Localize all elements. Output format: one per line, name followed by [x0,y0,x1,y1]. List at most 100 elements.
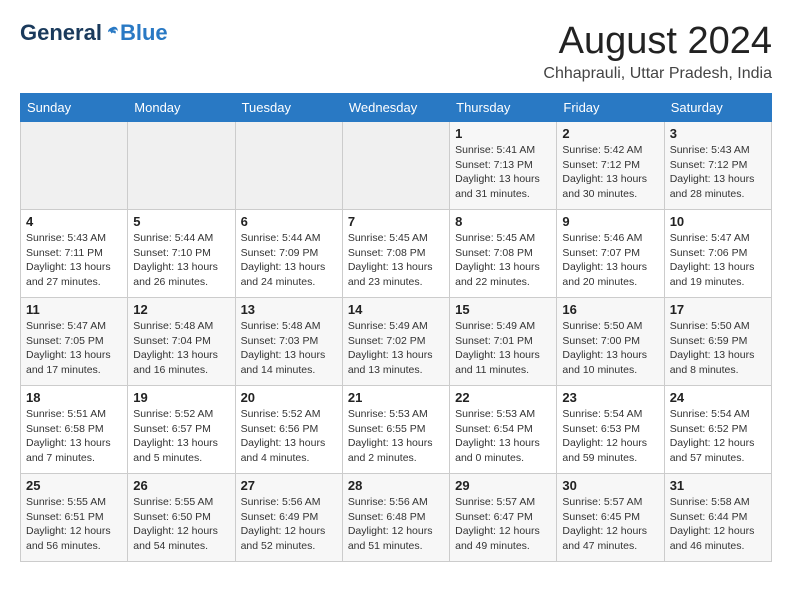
day-info: Sunrise: 5:47 AM Sunset: 7:05 PM Dayligh… [26,319,122,378]
header-day-saturday: Saturday [664,94,771,122]
day-number: 5 [133,214,229,229]
calendar-cell [128,122,235,210]
calendar-cell: 11 Sunrise: 5:47 AM Sunset: 7:05 PM Dayli… [21,298,128,386]
calendar-cell: 3 Sunrise: 5:43 AM Sunset: 7:12 PM Daylig… [664,122,771,210]
logo-bird-icon [104,25,120,41]
day-info: Sunrise: 5:42 AM Sunset: 7:12 PM Dayligh… [562,143,658,202]
day-info: Sunrise: 5:55 AM Sunset: 6:51 PM Dayligh… [26,495,122,554]
day-number: 23 [562,390,658,405]
day-info: Sunrise: 5:57 AM Sunset: 6:45 PM Dayligh… [562,495,658,554]
calendar-cell: 2 Sunrise: 5:42 AM Sunset: 7:12 PM Daylig… [557,122,664,210]
day-info: Sunrise: 5:44 AM Sunset: 7:09 PM Dayligh… [241,231,337,290]
day-number: 9 [562,214,658,229]
day-number: 11 [26,302,122,317]
calendar-cell: 28 Sunrise: 5:56 AM Sunset: 6:48 PM Dayli… [342,474,449,562]
day-number: 7 [348,214,444,229]
calendar-week-row: 25 Sunrise: 5:55 AM Sunset: 6:51 PM Dayli… [21,474,772,562]
calendar-cell: 7 Sunrise: 5:45 AM Sunset: 7:08 PM Daylig… [342,210,449,298]
day-info: Sunrise: 5:43 AM Sunset: 7:12 PM Dayligh… [670,143,766,202]
calendar-cell: 10 Sunrise: 5:47 AM Sunset: 7:06 PM Dayli… [664,210,771,298]
day-number: 8 [455,214,551,229]
day-info: Sunrise: 5:57 AM Sunset: 6:47 PM Dayligh… [455,495,551,554]
day-number: 31 [670,478,766,493]
logo: General Blue [20,20,168,46]
calendar-cell [342,122,449,210]
day-number: 12 [133,302,229,317]
day-info: Sunrise: 5:41 AM Sunset: 7:13 PM Dayligh… [455,143,551,202]
day-number: 27 [241,478,337,493]
calendar-cell: 4 Sunrise: 5:43 AM Sunset: 7:11 PM Daylig… [21,210,128,298]
calendar-header-row: SundayMondayTuesdayWednesdayThursdayFrid… [21,94,772,122]
day-number: 28 [348,478,444,493]
day-number: 18 [26,390,122,405]
day-number: 1 [455,126,551,141]
day-number: 26 [133,478,229,493]
day-number: 20 [241,390,337,405]
day-info: Sunrise: 5:54 AM Sunset: 6:53 PM Dayligh… [562,407,658,466]
calendar-cell: 30Sunrise: 5:57 AM Sunset: 6:45 PM Dayli… [557,474,664,562]
day-info: Sunrise: 5:44 AM Sunset: 7:10 PM Dayligh… [133,231,229,290]
header-day-monday: Monday [128,94,235,122]
day-number: 14 [348,302,444,317]
calendar-week-row: 1 Sunrise: 5:41 AM Sunset: 7:13 PM Daylig… [21,122,772,210]
day-number: 24 [670,390,766,405]
day-number: 29 [455,478,551,493]
day-info: Sunrise: 5:45 AM Sunset: 7:08 PM Dayligh… [348,231,444,290]
page-header: General Blue August 2024 Chhaprauli, Utt… [20,20,772,83]
day-number: 17 [670,302,766,317]
day-info: Sunrise: 5:56 AM Sunset: 6:48 PM Dayligh… [348,495,444,554]
calendar-cell: 26 Sunrise: 5:55 AM Sunset: 6:50 PM Dayli… [128,474,235,562]
day-number: 6 [241,214,337,229]
day-info: Sunrise: 5:50 AM Sunset: 6:59 PM Dayligh… [670,319,766,378]
day-number: 10 [670,214,766,229]
day-number: 3 [670,126,766,141]
day-info: Sunrise: 5:49 AM Sunset: 7:01 PM Dayligh… [455,319,551,378]
calendar-cell: 13 Sunrise: 5:48 AM Sunset: 7:03 PM Dayli… [235,298,342,386]
header-day-wednesday: Wednesday [342,94,449,122]
day-info: Sunrise: 5:52 AM Sunset: 6:56 PM Dayligh… [241,407,337,466]
day-number: 19 [133,390,229,405]
calendar-cell: 27Sunrise: 5:56 AM Sunset: 6:49 PM Dayli… [235,474,342,562]
calendar-cell: 8 Sunrise: 5:45 AM Sunset: 7:08 PM Daylig… [450,210,557,298]
day-number: 25 [26,478,122,493]
day-number: 21 [348,390,444,405]
calendar-cell: 16Sunrise: 5:50 AM Sunset: 7:00 PM Dayli… [557,298,664,386]
day-info: Sunrise: 5:51 AM Sunset: 6:58 PM Dayligh… [26,407,122,466]
day-info: Sunrise: 5:54 AM Sunset: 6:52 PM Dayligh… [670,407,766,466]
day-info: Sunrise: 5:45 AM Sunset: 7:08 PM Dayligh… [455,231,551,290]
calendar-cell: 1 Sunrise: 5:41 AM Sunset: 7:13 PM Daylig… [450,122,557,210]
day-info: Sunrise: 5:58 AM Sunset: 6:44 PM Dayligh… [670,495,766,554]
day-info: Sunrise: 5:49 AM Sunset: 7:02 PM Dayligh… [348,319,444,378]
header-day-tuesday: Tuesday [235,94,342,122]
calendar-cell: 9 Sunrise: 5:46 AM Sunset: 7:07 PM Daylig… [557,210,664,298]
calendar-cell: 17 Sunrise: 5:50 AM Sunset: 6:59 PM Dayli… [664,298,771,386]
calendar-cell: 6 Sunrise: 5:44 AM Sunset: 7:09 PM Daylig… [235,210,342,298]
title-block: August 2024 Chhaprauli, Uttar Pradesh, I… [543,20,772,83]
day-number: 13 [241,302,337,317]
calendar-cell [21,122,128,210]
header-day-thursday: Thursday [450,94,557,122]
month-year: August 2024 [543,20,772,63]
day-info: Sunrise: 5:46 AM Sunset: 7:07 PM Dayligh… [562,231,658,290]
calendar-table: SundayMondayTuesdayWednesdayThursdayFrid… [20,93,772,562]
logo-general: General [20,20,102,46]
calendar-cell: 21Sunrise: 5:53 AM Sunset: 6:55 PM Dayli… [342,386,449,474]
day-number: 22 [455,390,551,405]
calendar-cell: 20 Sunrise: 5:52 AM Sunset: 6:56 PM Dayli… [235,386,342,474]
day-number: 4 [26,214,122,229]
day-info: Sunrise: 5:43 AM Sunset: 7:11 PM Dayligh… [26,231,122,290]
calendar-cell: 31 Sunrise: 5:58 AM Sunset: 6:44 PM Dayli… [664,474,771,562]
day-info: Sunrise: 5:47 AM Sunset: 7:06 PM Dayligh… [670,231,766,290]
day-number: 15 [455,302,551,317]
day-info: Sunrise: 5:48 AM Sunset: 7:03 PM Dayligh… [241,319,337,378]
calendar-cell [235,122,342,210]
location: Chhaprauli, Uttar Pradesh, India [543,65,772,83]
day-number: 16 [562,302,658,317]
calendar-cell: 23 Sunrise: 5:54 AM Sunset: 6:53 PM Dayli… [557,386,664,474]
day-info: Sunrise: 5:48 AM Sunset: 7:04 PM Dayligh… [133,319,229,378]
day-number: 2 [562,126,658,141]
day-info: Sunrise: 5:55 AM Sunset: 6:50 PM Dayligh… [133,495,229,554]
calendar-cell: 22Sunrise: 5:53 AM Sunset: 6:54 PM Dayli… [450,386,557,474]
day-info: Sunrise: 5:52 AM Sunset: 6:57 PM Dayligh… [133,407,229,466]
header-day-sunday: Sunday [21,94,128,122]
